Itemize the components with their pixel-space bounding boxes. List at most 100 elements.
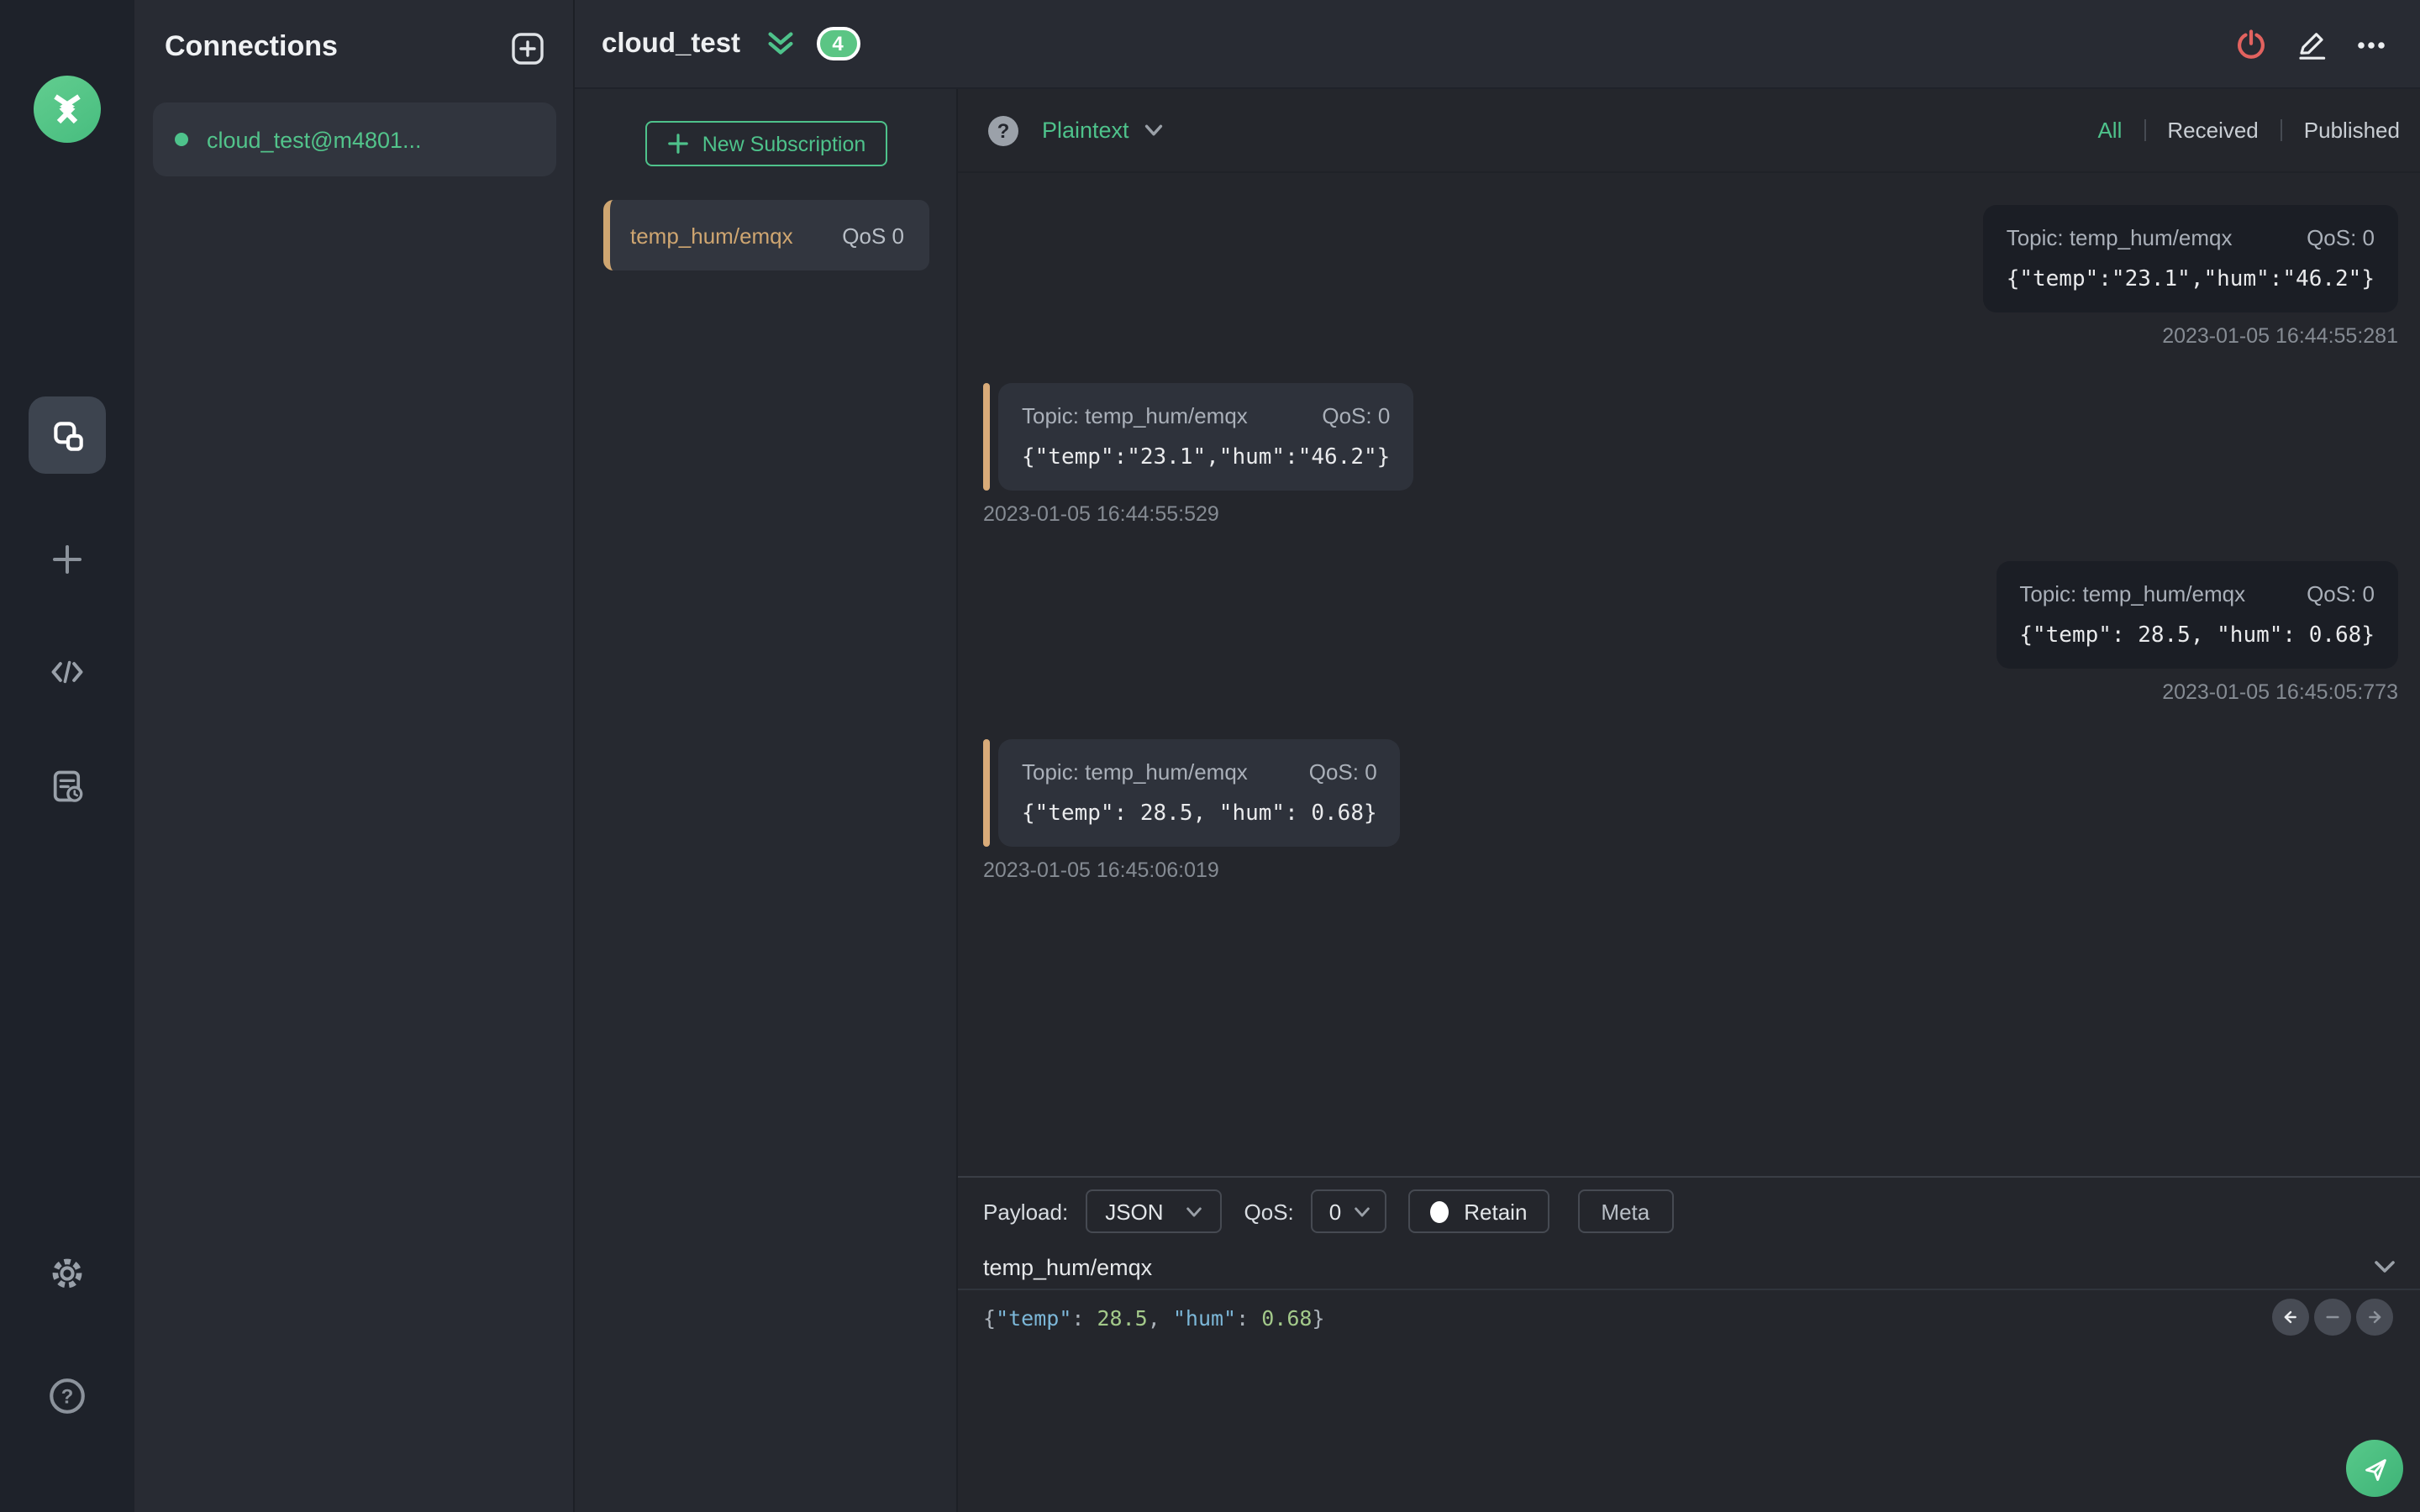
message-topic: Topic: temp_hum/emqx — [2019, 581, 2246, 606]
collapse-panel-button[interactable] — [764, 30, 796, 57]
message-qos: QoS: 0 — [2307, 225, 2375, 250]
message-timestamp: 2023-01-05 16:45:05:773 — [2162, 680, 2398, 704]
send-button[interactable] — [2346, 1440, 2403, 1497]
chevron-down-icon — [2375, 1261, 2395, 1273]
connections-icon — [48, 416, 87, 454]
disconnect-button[interactable] — [2232, 26, 2269, 63]
message-published[interactable]: Topic: temp_hum/emqx QoS: 0 {"temp":"23.… — [1982, 205, 2398, 348]
log-icon — [49, 768, 86, 805]
chevron-down-icon[interactable] — [1141, 118, 1166, 143]
plus-icon — [667, 134, 688, 154]
new-subscription-button[interactable]: New Subscription — [645, 121, 887, 166]
topic-color-bar — [983, 383, 990, 491]
next-message-button[interactable] — [2356, 1299, 2393, 1336]
mqttx-window: ? Connections cloud_test@m4801... cloud_… — [0, 0, 2420, 1512]
connection-header: cloud_test 4 — [575, 0, 2420, 89]
json-token: 0.68 — [1261, 1305, 1313, 1331]
message-payload: {"temp":"23.1","hum":"46.2"} — [2006, 267, 2375, 292]
json-token: 28.5 — [1097, 1305, 1148, 1331]
message-timestamp: 2023-01-05 16:44:55:281 — [2162, 324, 2398, 348]
json-token: "hum" — [1172, 1305, 1237, 1331]
paper-plane-icon — [2365, 1458, 2386, 1480]
json-token: "temp" — [996, 1305, 1072, 1331]
question-glyph: ? — [61, 1386, 74, 1409]
filter-divider — [2280, 119, 2282, 141]
payload-format-value: JSON — [1105, 1199, 1164, 1224]
meta-button[interactable]: Meta — [1577, 1189, 1674, 1233]
more-options-button[interactable] — [2353, 26, 2390, 63]
plus-square-icon — [509, 30, 546, 67]
messages-area: ? Plaintext All Received Published Topic… — [958, 89, 2420, 1176]
filter-published[interactable]: Published — [2304, 118, 2400, 143]
chevron-down-icon — [1355, 1206, 1370, 1216]
payload-format-dropdown[interactable]: JSON — [1085, 1189, 1223, 1233]
message-published[interactable]: Topic: temp_hum/emqx QoS: 0 {"temp": 28.… — [1996, 561, 2398, 704]
message-list: Topic: temp_hum/emqx QoS: 0 {"temp":"23.… — [958, 173, 2420, 917]
message-received[interactable]: Topic: temp_hum/emqx QoS: 0 {"temp": 28.… — [983, 739, 1401, 882]
pencil-icon — [2298, 33, 2325, 60]
script-button[interactable] — [49, 654, 86, 690]
topic-input-row: temp_hum/emqx — [958, 1245, 2420, 1290]
chevron-down-icon — [1186, 1206, 1202, 1216]
help-icon: ? — [47, 1376, 87, 1416]
meta-label: Meta — [1601, 1199, 1650, 1224]
message-payload: {"temp":"23.1","hum":"46.2"} — [1022, 445, 1391, 470]
filter-all[interactable]: All — [2097, 118, 2122, 143]
unread-count-badge[interactable]: 4 — [816, 27, 860, 60]
json-token: { — [983, 1305, 997, 1331]
icon-rail: ? — [0, 0, 134, 1512]
nav-connections-active[interactable] — [29, 396, 106, 474]
message-qos: QoS: 0 — [1308, 759, 1377, 785]
message-qos: QoS: 0 — [2307, 581, 2375, 606]
new-subscription-label: New Subscription — [702, 132, 866, 155]
edit-connection-button[interactable] — [2292, 26, 2329, 63]
retain-toggle[interactable]: Retain — [1408, 1189, 1549, 1233]
retain-label: Retain — [1464, 1199, 1528, 1224]
message-qos: QoS: 0 — [1322, 403, 1391, 428]
qos-value: 0 — [1328, 1199, 1342, 1224]
payload-format-select[interactable]: Plaintext — [1042, 118, 1129, 143]
minus-icon — [2326, 1315, 2339, 1319]
log-button[interactable] — [49, 768, 86, 805]
clear-history-button[interactable] — [2314, 1299, 2351, 1336]
new-connection-button[interactable] — [49, 541, 86, 578]
mqttx-logo-icon[interactable] — [34, 76, 101, 143]
prev-message-button[interactable] — [2272, 1299, 2309, 1336]
qos-dropdown[interactable]: 0 — [1310, 1189, 1387, 1233]
connection-item[interactable]: cloud_test@m4801... — [153, 102, 556, 176]
topic-input[interactable]: temp_hum/emqx — [983, 1254, 1152, 1279]
payload-editor[interactable]: {"temp": 28.5, "hum": 0.68} — [958, 1290, 2420, 1512]
message-filters: All Received Published — [2097, 118, 2400, 143]
connection-title: cloud_test — [602, 28, 741, 58]
right-arrow-icon — [2369, 1310, 2381, 1324]
connections-panel: Connections cloud_test@m4801... — [134, 0, 575, 1512]
publish-toolbar: Payload: JSON QoS: 0 Retain Meta — [958, 1178, 2420, 1245]
message-timestamp: 2023-01-05 16:44:55:529 — [983, 502, 1219, 526]
gear-icon — [49, 1255, 86, 1292]
filter-received[interactable]: Received — [2167, 118, 2258, 143]
subscription-item[interactable]: temp_hum/emqx QoS 0 — [603, 200, 929, 270]
subscription-topic: temp_hum/emqx — [630, 223, 793, 248]
messages-toolbar: ? Plaintext All Received Published — [958, 89, 2420, 173]
subscriptions-panel: New Subscription temp_hum/emqx QoS 0 — [575, 89, 958, 1512]
message-payload: {"temp": 28.5, "hum": 0.68} — [2019, 623, 2375, 648]
topic-color-bar — [983, 739, 990, 847]
header-actions — [2232, 0, 2390, 89]
message-timestamp: 2023-01-05 16:45:06:019 — [983, 858, 1219, 882]
message-topic: Topic: temp_hum/emqx — [2006, 225, 2233, 250]
settings-button[interactable] — [49, 1255, 86, 1292]
add-connection-button[interactable] — [509, 30, 546, 67]
message-nav-buttons — [2272, 1299, 2393, 1336]
message-received[interactable]: Topic: temp_hum/emqx QoS: 0 {"temp":"23.… — [983, 383, 1414, 526]
help-button[interactable]: ? — [49, 1378, 86, 1415]
code-icon — [49, 654, 86, 690]
payload-format-help-icon[interactable]: ? — [988, 115, 1018, 145]
collapse-editor-button[interactable] — [2371, 1253, 2398, 1280]
json-token: , — [1147, 1305, 1173, 1331]
message-topic: Topic: temp_hum/emqx — [1022, 759, 1248, 785]
connections-title: Connections — [165, 30, 338, 62]
connected-status-dot — [175, 133, 188, 146]
payload-code-line[interactable]: {"temp": 28.5, "hum": 0.68} — [983, 1305, 1325, 1331]
connection-item-label: cloud_test@m4801... — [207, 127, 422, 152]
left-arrow-icon — [2284, 1310, 2296, 1324]
